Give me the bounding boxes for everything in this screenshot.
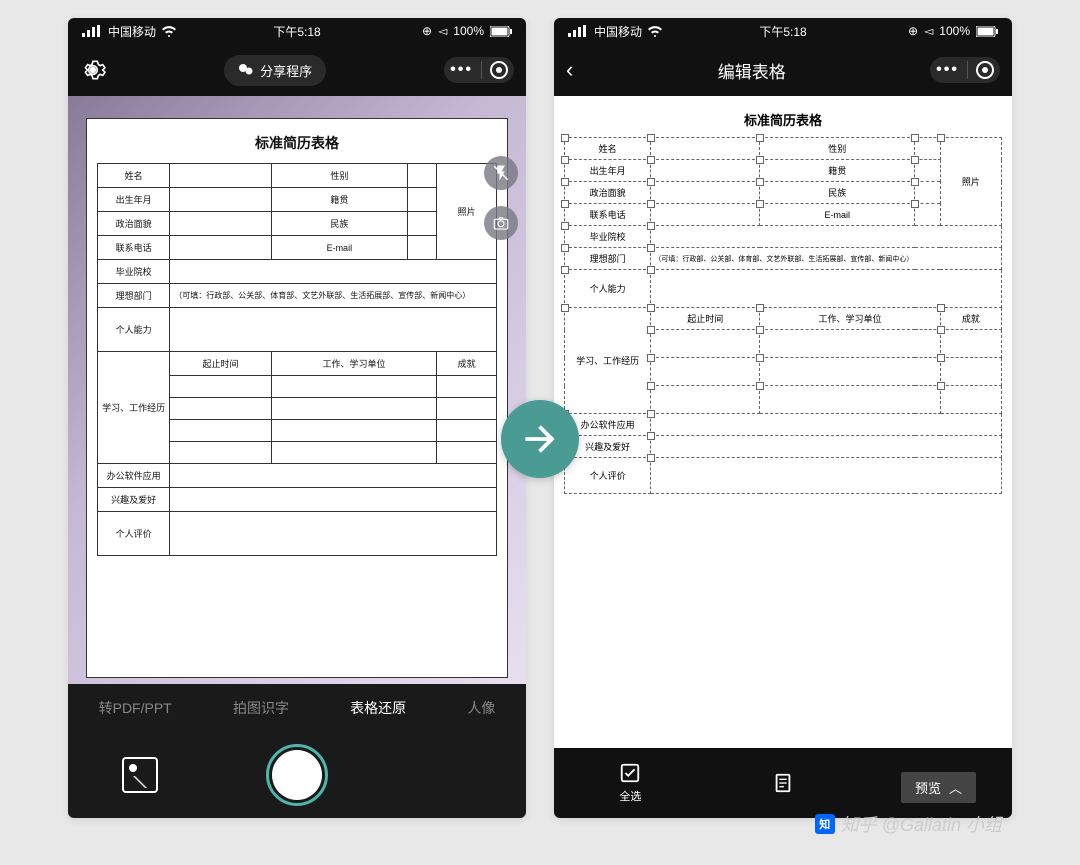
doc-title: 标准简历表格 — [97, 133, 497, 153]
zhihu-icon: 知 — [815, 814, 835, 834]
status-bar: 中国移动 下午5:18 ⊕ ◅ 100% — [68, 18, 526, 44]
signal-icon — [568, 25, 588, 37]
switch-camera-button[interactable] — [484, 206, 518, 240]
checkbox-icon — [619, 762, 641, 784]
battery-label: 100% — [939, 24, 970, 38]
select-all-button[interactable]: 全选 — [619, 762, 641, 804]
carrier-label: 中国移动 — [594, 23, 642, 40]
back-button[interactable]: ‹ — [566, 57, 573, 83]
gallery-button[interactable] — [122, 757, 158, 793]
flash-button[interactable] — [484, 156, 518, 190]
close-icon[interactable] — [976, 61, 994, 79]
resume-table: 姓名性别照片 出生年月籍贯 政治面貌民族 联系电话E-mail 毕业院校 理想部… — [97, 163, 497, 556]
tab-pdf[interactable]: 转PDF/PPT — [99, 698, 172, 718]
phone-camera-view: 中国移动 下午5:18 ⊕ ◅ 100% 分享程序 ••• 标准简历表格 姓名性… — [68, 18, 526, 818]
phone-editor-view: 中国移动 下午5:18 ⊕ ◅ 100% ‹ 编辑表格 ••• 标准简历表格 姓… — [554, 18, 1012, 818]
document-icon — [772, 772, 794, 794]
share-button[interactable]: 分享程序 — [224, 55, 326, 86]
mini-program-capsule[interactable]: ••• — [444, 57, 514, 83]
carrier-label: 中国移动 — [108, 23, 156, 40]
chevron-up-icon: ︿ — [949, 778, 962, 797]
editor-top-bar: ‹ 编辑表格 ••• — [554, 44, 1012, 96]
alarm-icon: ⊕ — [422, 24, 432, 38]
mini-program-capsule[interactable]: ••• — [930, 57, 1000, 83]
preview-button[interactable]: 预览 ︿ — [901, 772, 976, 803]
mode-tabs: 转PDF/PPT 拍图识字 表格还原 人像 — [68, 684, 526, 732]
tab-table[interactable]: 表格还原 — [350, 698, 406, 718]
alarm-icon: ⊕ — [908, 24, 918, 38]
camera-viewport: 标准简历表格 姓名性别照片 出生年月籍贯 政治面貌民族 联系电话E-mail 毕… — [68, 96, 526, 684]
doc-title: 标准简历表格 — [564, 110, 1002, 129]
close-icon[interactable] — [490, 61, 508, 79]
more-icon[interactable]: ••• — [450, 61, 473, 79]
flash-off-icon — [492, 164, 510, 182]
share-label: 分享程序 — [260, 61, 312, 80]
preview-label: 预览 — [915, 778, 941, 797]
select-all-label: 全选 — [619, 788, 641, 804]
wifi-icon — [648, 25, 662, 37]
battery-icon — [490, 26, 512, 37]
shutter-bar — [68, 732, 526, 818]
tab-ocr[interactable]: 拍图识字 — [233, 698, 289, 718]
wechat-icon — [238, 62, 254, 78]
time-label: 下午5:18 — [273, 23, 320, 40]
location-icon: ◅ — [924, 24, 933, 38]
transition-arrow — [501, 400, 579, 478]
editor-canvas[interactable]: 标准简历表格 姓名性别照片 出生年月籍贯 政治面貌民族 联系电话E-mail 毕… — [554, 96, 1012, 748]
edit-button[interactable] — [772, 772, 794, 794]
wifi-icon — [162, 25, 176, 37]
battery-icon — [976, 26, 998, 37]
more-icon[interactable]: ••• — [936, 61, 959, 79]
top-bar: 分享程序 ••• — [68, 44, 526, 96]
shutter-button[interactable] — [266, 744, 328, 806]
location-icon: ◅ — [438, 24, 447, 38]
editor-title: 编辑表格 — [718, 58, 786, 83]
editable-table[interactable]: 标准简历表格 姓名性别照片 出生年月籍贯 政治面貌民族 联系电话E-mail 毕… — [564, 110, 1002, 494]
watermark-text: 知乎 @Gallatin 小组 — [841, 811, 1002, 837]
signal-icon — [82, 25, 102, 37]
status-bar: 中国移动 下午5:18 ⊕ ◅ 100% — [554, 18, 1012, 44]
camera-icon — [492, 214, 510, 232]
tab-portrait[interactable]: 人像 — [467, 698, 495, 718]
gear-icon[interactable] — [80, 57, 106, 83]
arrow-right-icon — [518, 417, 562, 461]
time-label: 下午5:18 — [759, 23, 806, 40]
battery-label: 100% — [453, 24, 484, 38]
scanned-document: 标准简历表格 姓名性别照片 出生年月籍贯 政治面貌民族 联系电话E-mail 毕… — [86, 118, 508, 678]
watermark: 知 知乎 @Gallatin 小组 — [815, 811, 1002, 837]
